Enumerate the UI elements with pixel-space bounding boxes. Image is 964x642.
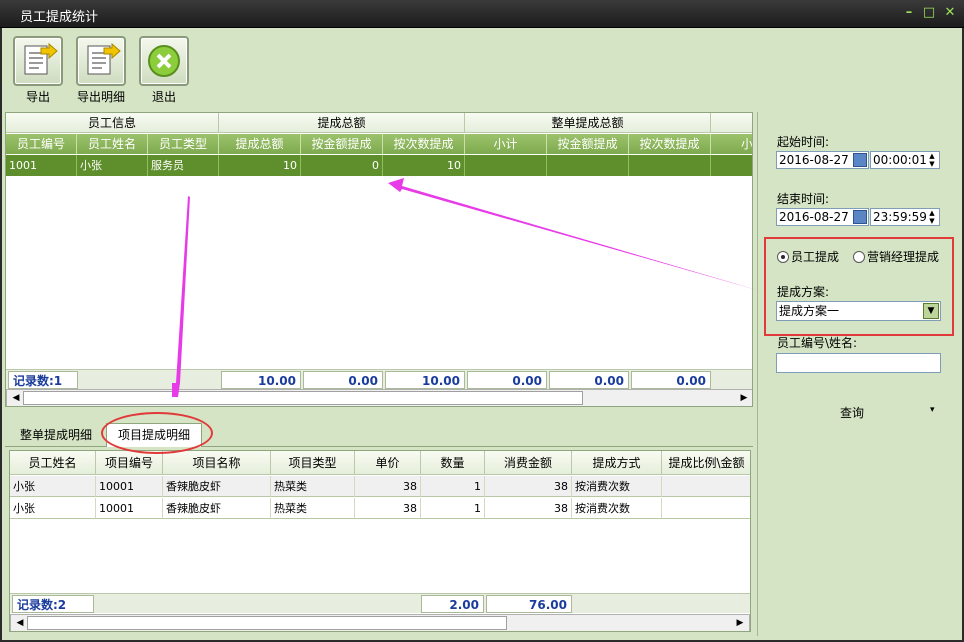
annotation-arrow-bottom [172, 196, 190, 397]
annotation-arrow-top [388, 178, 764, 292]
annotation-arrows [172, 178, 764, 397]
